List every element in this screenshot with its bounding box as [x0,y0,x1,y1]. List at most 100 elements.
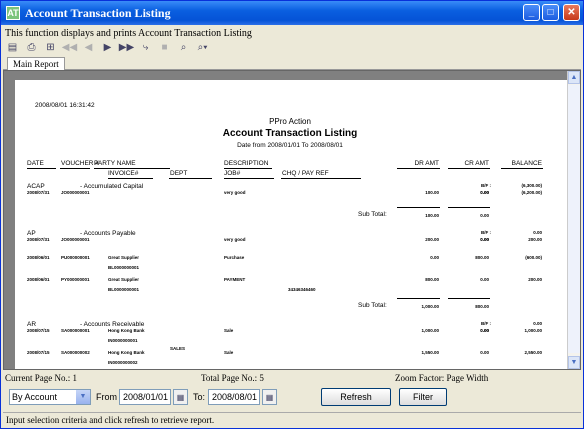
row-date: 2008/07/31 [27,190,50,195]
maximize-button[interactable]: □ [542,4,559,21]
chevron-down-icon[interactable]: ▼ [76,390,90,404]
from-calendar-icon[interactable]: ▦ [173,389,188,405]
subtotal-dr: 1,000.00 [421,304,439,309]
scroll-up-icon[interactable]: ▲ [568,71,580,84]
stop-icon[interactable]: ■ [155,40,174,56]
to-label: To: [193,392,206,402]
zoom-icon[interactable]: ⌕▾ [193,40,212,56]
row-chq: 34346346460 [288,287,316,292]
current-page: Current Page No.: 1 [5,373,77,383]
scroll-thumb[interactable] [568,85,580,353]
row-date: 2008/06/01 [27,255,50,260]
refresh-button[interactable]: Refresh [321,388,391,406]
filter-button[interactable]: Filter [399,388,447,406]
row-cr: 0.00 [480,350,489,355]
row-description: very good [224,237,246,242]
subtotal-label: Sub Total: [358,302,387,309]
title-bar[interactable]: AT Account Transaction Listing _ □ ✕ [1,1,583,25]
col-job: JOB# [224,170,241,177]
tree-toggle-icon[interactable]: ⊞ [41,40,60,56]
goto-page-icon[interactable]: ⤷ [136,40,155,56]
row-description: Sale [224,350,234,355]
filter-by-select[interactable]: By Account ▼ [9,389,91,405]
row-date: 2008/06/01 [27,277,50,282]
find-icon[interactable]: ⌕ [174,40,193,56]
row-dept: SALES [170,346,186,351]
print-timestamp: 2008/08/01 16:31:42 [35,102,95,109]
minimize-button[interactable]: _ [523,4,540,21]
row-voucher: PY000000001 [61,277,90,282]
col-balance: BALANCE [511,160,542,167]
row-dr: 0.00 [430,255,439,260]
subtotal-cr: 0.00 [480,213,489,218]
row-cr: 0.00 [480,237,489,242]
row-balance: 200.00 [528,237,542,242]
row-balance: 1,000.00 [524,328,542,333]
vertical-scrollbar[interactable]: ▲ ▼ [567,71,580,369]
row-balance: 200.00 [528,277,542,282]
first-page-icon[interactable]: ◀◀ [60,40,79,56]
hint-bar: Input selection criteria and click refre… [3,412,581,427]
row-invoice: BL0000000001 [108,265,140,270]
close-button[interactable]: ✕ [563,4,580,21]
row-cr: 800.00 [475,255,489,260]
col-description: DESCRIPTION [224,160,269,167]
col-dr: DR AMT [414,160,439,167]
to-date-field[interactable]: 2008/08/01 [208,389,260,405]
group-name: - Accumulated Capital [80,183,144,190]
function-description: This function displays and prints Accoun… [5,28,252,39]
row-balance: (600.00) [525,255,542,260]
tab-main-report[interactable]: Main Report [7,57,65,71]
subtotal-label: Sub Total: [358,211,387,218]
row-dr: 800.00 [425,277,439,282]
row-balance: 2,550.00 [524,350,542,355]
col-cr: CR AMT [464,160,489,167]
from-label: From [96,392,117,402]
row-description: Purchase [224,255,245,260]
report-viewer[interactable]: 2008/08/01 16:31:42 PPro Action Account Tr… [3,70,581,370]
last-page-icon[interactable]: ▶▶ [117,40,136,56]
row-date: 2008/07/15 [27,350,50,355]
main-window: AT Account Transaction Listing _ □ ✕ Thi… [0,0,584,429]
from-date-field[interactable]: 2008/01/01 [119,389,171,405]
bf-label: B/F : [481,183,491,188]
row-cr: 0.00 [480,328,489,333]
header-underline [224,168,272,169]
selection-bar: By Account ▼ From 2008/01/01 ▦ To: 2008/… [3,387,581,408]
export-icon[interactable]: ▤ [3,40,22,56]
to-calendar-icon[interactable]: ▦ [262,389,277,405]
col-dept: DEPT [170,170,188,177]
scroll-down-icon[interactable]: ▼ [568,356,580,369]
row-invoice: BL0000000001 [108,287,140,292]
col-chq: CHQ / PAY REF [282,170,329,177]
prev-page-icon[interactable]: ◀ [79,40,98,56]
app-icon: AT [6,6,20,20]
header-underline [169,178,212,179]
row-date: 2008/07/31 [27,237,50,242]
row-balance: (6,200.00) [521,190,542,195]
row-cr: 0.00 [480,190,489,195]
row-dr: 200.00 [425,237,439,242]
bf-label: B/F : [481,321,491,326]
next-page-icon[interactable]: ▶ [98,40,117,56]
col-date: DATE [27,160,44,167]
zoom-factor: Zoom Factor: Page Width [395,373,489,383]
subtotal-cr: 800.00 [475,304,489,309]
print-icon[interactable]: ⎙ [22,40,41,56]
row-voucher: SA000000002 [61,350,90,355]
group-code: ACAP [27,183,45,190]
row-description: PAYMENT [224,277,246,282]
report-toolbar: ▤ ⎙ ⊞ ◀◀ ◀ ▶ ▶▶ ⤷ ■ ⌕ ⌕▾ [3,39,581,56]
row-dr: 100.00 [425,190,439,195]
subtotal-line [448,207,490,208]
row-voucher: SA000000001 [61,328,90,333]
group-code: AP [27,230,36,237]
row-voucher: PU000000001 [61,255,90,260]
status-bar: Current Page No.: 1 Total Page No.: 5 Zo… [3,372,581,385]
header-underline [94,168,170,169]
row-cr: 0.00 [480,277,489,282]
row-voucher: JO000000001 [61,237,90,242]
row-description: Sale [224,328,234,333]
subtotal-line [397,298,440,299]
group-name: - Accounts Receivable [80,321,145,328]
